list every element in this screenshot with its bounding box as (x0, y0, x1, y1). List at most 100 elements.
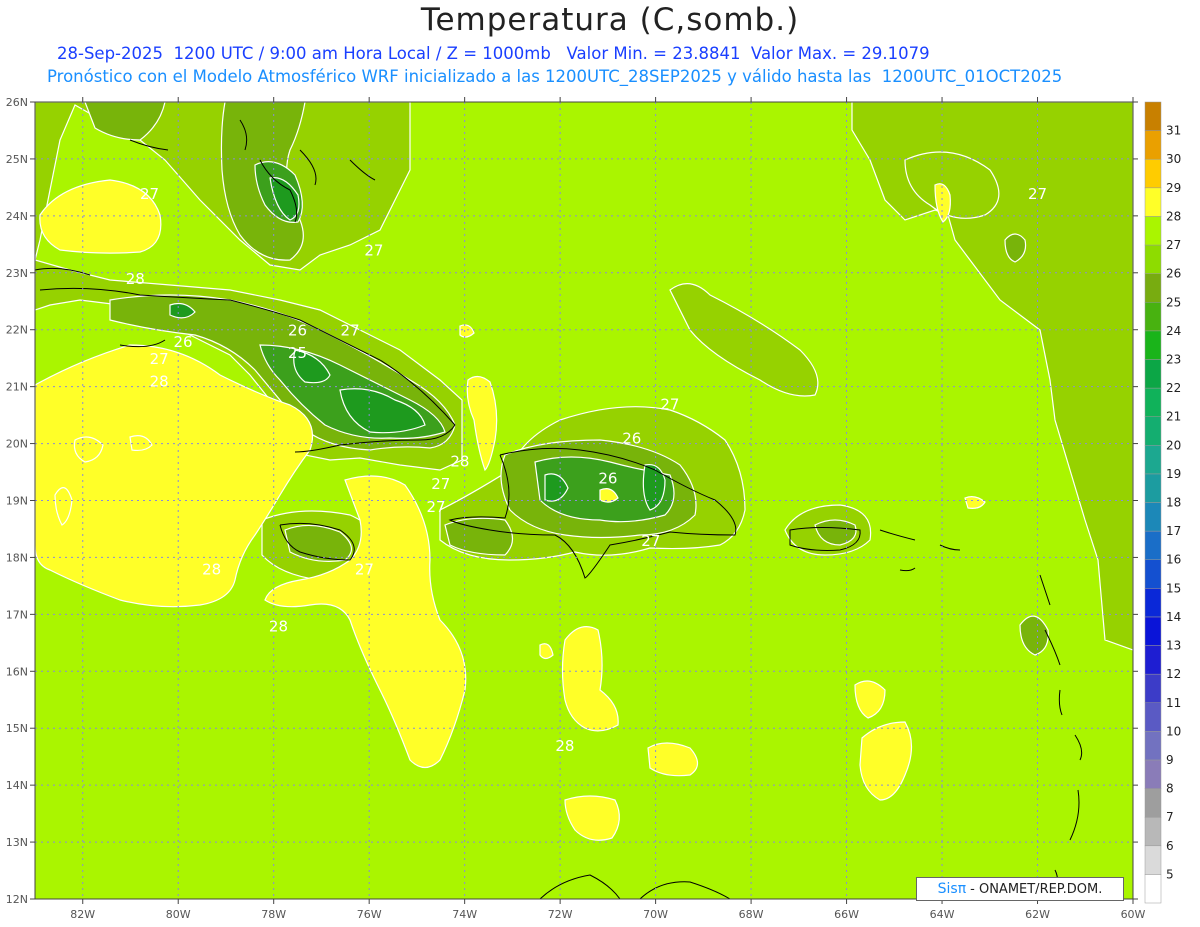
colorbar-label: 30 (1166, 152, 1181, 166)
contour-label: 27 (641, 532, 660, 550)
lat-tick-label: 16N (6, 665, 28, 678)
contour-label: 27 (140, 185, 159, 203)
colorbar-swatch (1144, 874, 1162, 904)
colorbar: 5 6 7 8 9 10 11 12 13 14 15 16 17 18 19 20 21 22 23 24 25 26 2… (1144, 101, 1181, 904)
colorbar-swatch (1144, 244, 1162, 274)
lat-tick-label: 22N (6, 324, 28, 337)
contour-label: 28 (126, 270, 145, 288)
colorbar-label: 16 (1166, 553, 1181, 567)
colorbar-swatch (1144, 330, 1162, 360)
lat-tick-label: 15N (6, 722, 28, 735)
lon-tick-label: 76W (357, 908, 382, 921)
lon-tick-label: 80W (166, 908, 191, 921)
contour-label: 26 (622, 430, 641, 448)
colorbar-label: 10 (1166, 724, 1181, 738)
colorbar-label: 17 (1166, 524, 1181, 538)
colorbar-swatch (1144, 759, 1162, 789)
contour-label: 27 (660, 395, 679, 413)
colorbar-label: 6 (1166, 839, 1174, 853)
colorbar-label: 9 (1166, 753, 1174, 767)
colorbar-label: 13 (1166, 639, 1181, 653)
credit-org: - ONAMET/REP.DOM. (970, 881, 1103, 897)
colorbar-swatch (1144, 445, 1162, 475)
contour-label: 25 (288, 344, 307, 362)
colorbar-label: 21 (1166, 410, 1181, 424)
lat-tick-label: 25N (6, 153, 28, 166)
colorbar-label: 7 (1166, 810, 1174, 824)
lat-tick-label: 21N (6, 381, 28, 394)
colorbar-swatch (1144, 845, 1162, 875)
colorbar-swatch (1144, 530, 1162, 560)
colorbar-label: 31 (1166, 124, 1181, 138)
colorbar-swatch (1144, 187, 1162, 217)
lat-tick-label: 19N (6, 495, 28, 508)
lon-tick-label: 74W (452, 908, 477, 921)
colorbar-swatch (1144, 101, 1162, 131)
lat-tick-label: 23N (6, 267, 28, 280)
colorbar-swatch (1144, 702, 1162, 732)
colorbar-label: 22 (1166, 381, 1181, 395)
colorbar-swatch (1144, 502, 1162, 532)
lon-tick-label: 70W (643, 908, 668, 921)
contour-label: 27 (426, 498, 445, 516)
colorbar-label: 15 (1166, 581, 1181, 595)
lon-tick-label: 68W (739, 908, 764, 921)
colorbar-swatch (1144, 359, 1162, 389)
colorbar-swatch (1144, 616, 1162, 646)
contour-label: 27 (431, 475, 450, 493)
colorbar-swatch (1144, 645, 1162, 675)
lon-tick-label: 62W (1025, 908, 1050, 921)
lat-tick-label: 17N (6, 608, 28, 621)
colorbar-label: 27 (1166, 238, 1181, 252)
colorbar-swatch (1144, 158, 1162, 189)
region-29-30-south-b (647, 742, 699, 777)
lat-tick-label: 12N (6, 893, 28, 906)
colorbar-label: 28 (1166, 209, 1181, 223)
contour-label: 27 (1028, 185, 1047, 203)
colorbar-label: 5 (1166, 867, 1174, 881)
colorbar-swatch (1144, 387, 1162, 417)
contour-label: 26 (288, 321, 307, 339)
colorbar-label: 26 (1166, 267, 1181, 281)
colorbar-swatch (1144, 731, 1162, 761)
colorbar-swatch (1144, 273, 1162, 303)
colorbar-swatch (1144, 559, 1162, 589)
colorbar-label: 25 (1166, 295, 1181, 309)
lon-tick-label: 60W (1121, 908, 1146, 921)
contour-label: 28 (150, 373, 169, 391)
lat-tick-label: 24N (6, 210, 28, 223)
colorbar-swatch (1144, 130, 1162, 160)
colorbar-label: 19 (1166, 467, 1181, 481)
contour-label: 27 (150, 350, 169, 368)
colorbar-swatch (1144, 588, 1162, 618)
contour-label: 28 (555, 737, 574, 755)
lon-tick-label: 82W (70, 908, 95, 921)
contour-label: 26 (598, 469, 617, 487)
temperature-map: 27282726 27262527282726282627272727282828… (6, 96, 1182, 921)
sispi-logo: Sisπ (937, 881, 967, 897)
colorbar-label: 23 (1166, 352, 1181, 366)
colorbar-label: 20 (1166, 438, 1181, 452)
contour-label: 28 (202, 561, 221, 579)
temperature-field: 27282726 27262527282726282627272727282828… (35, 102, 1133, 899)
lon-tick-label: 64W (930, 908, 955, 921)
lat-tick-label: 20N (6, 438, 28, 451)
colorbar-swatch (1144, 673, 1162, 704)
colorbar-label: 8 (1166, 782, 1174, 796)
contour-label: 27 (341, 321, 360, 339)
lon-tick-label: 72W (548, 908, 573, 921)
colorbar-label: 14 (1166, 610, 1181, 624)
colorbar-swatch (1144, 416, 1162, 446)
colorbar-label: 29 (1166, 181, 1181, 195)
colorbar-label: 12 (1166, 667, 1181, 681)
colorbar-label: 11 (1166, 696, 1181, 710)
lat-tick-label: 18N (6, 551, 28, 564)
lon-tick-label: 78W (261, 908, 286, 921)
colorbar-label: 18 (1166, 496, 1181, 510)
lat-tick-label: 14N (6, 779, 28, 792)
contour-label: 26 (173, 333, 192, 351)
contour-label: 27 (355, 561, 374, 579)
colorbar-swatch (1144, 788, 1162, 818)
contour-label: 28 (450, 452, 469, 470)
contour-label: 27 (364, 242, 383, 260)
